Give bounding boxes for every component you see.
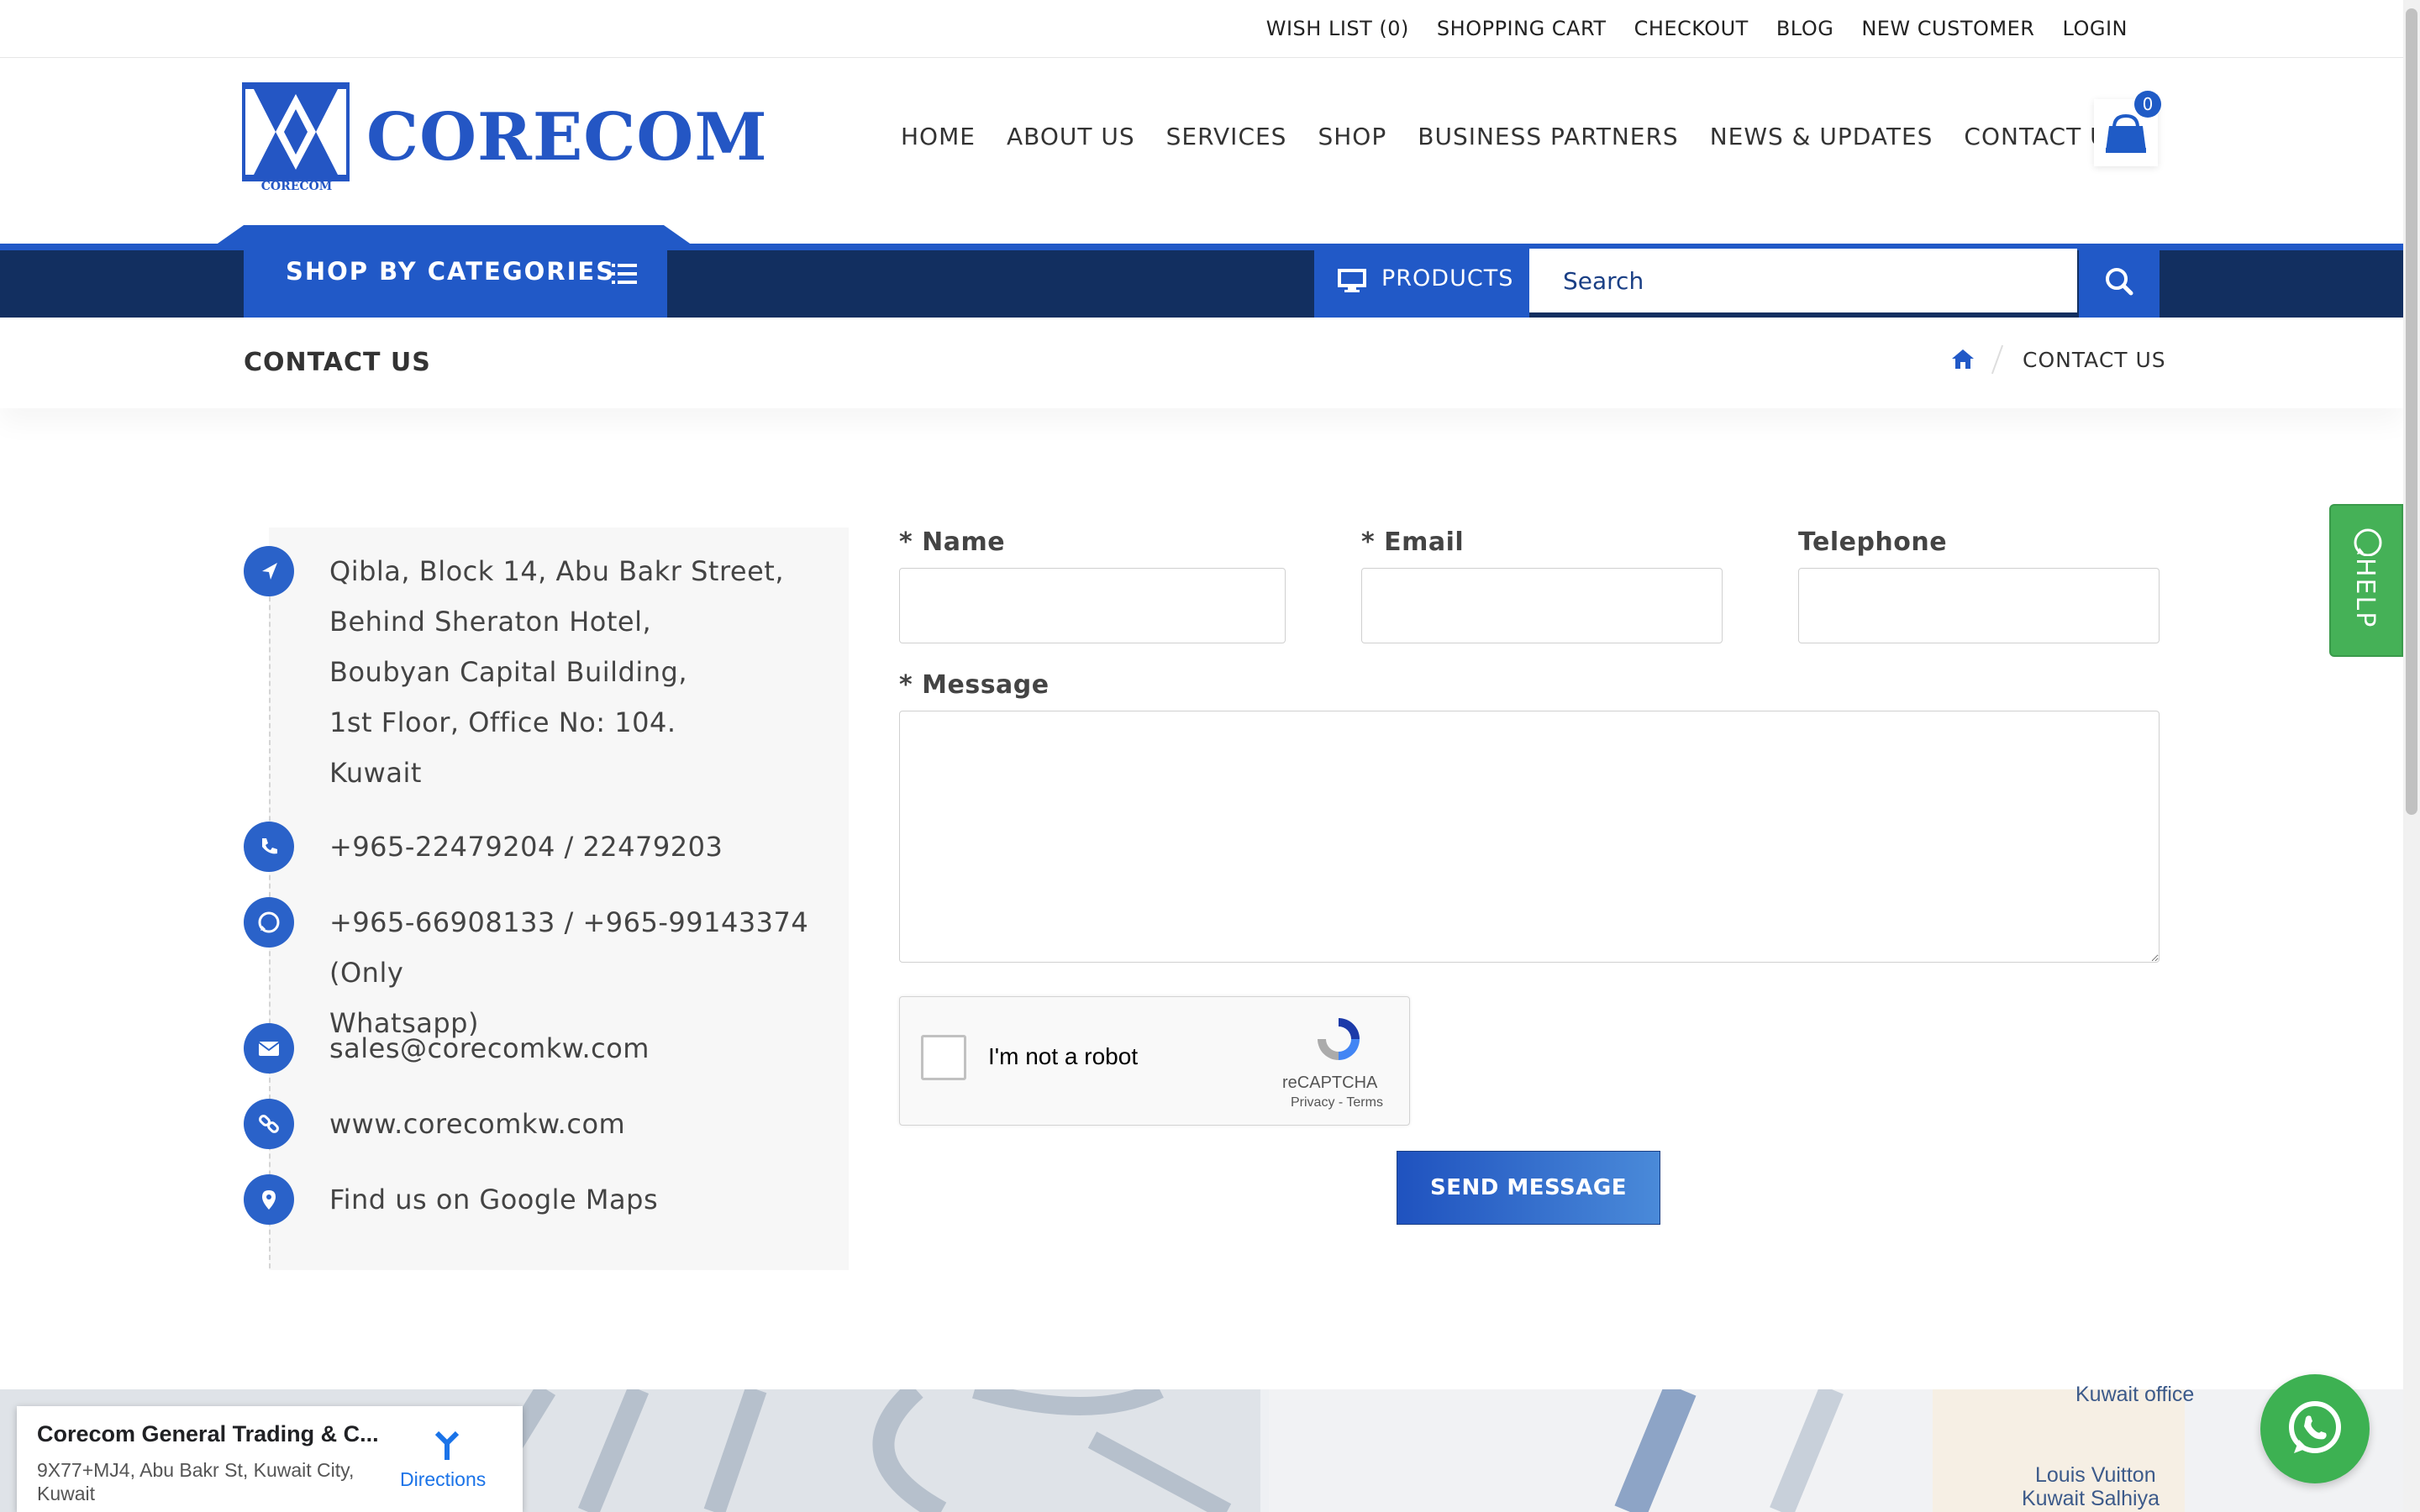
website-link[interactable]: www.corecomkw.com xyxy=(329,1099,850,1149)
whatsapp-icon xyxy=(244,897,294,948)
address-line: Qibla, Block 14, Abu Bakr Street, xyxy=(329,555,784,587)
shop-by-categories-label: SHOP BY CATEGORIES xyxy=(286,257,616,286)
send-message-button[interactable]: SEND MESSAGE xyxy=(1397,1151,1660,1225)
recaptcha-logo-icon xyxy=(1318,1018,1360,1060)
nav-shop[interactable]: SHOP xyxy=(1318,123,1386,150)
map-label: Kuwait Salhiya xyxy=(2022,1487,2160,1510)
blog-link[interactable]: BLOG xyxy=(1776,17,1833,40)
breadcrumb-current: CONTACT US xyxy=(2023,348,2166,372)
logo-wordmark: CORECOM xyxy=(366,99,768,176)
envelope-icon xyxy=(244,1023,294,1074)
address-line: 1st Floor, Office No: 104. xyxy=(329,706,676,738)
phone-icon xyxy=(244,822,294,872)
search-input[interactable] xyxy=(1529,249,2077,312)
recaptcha-terms-link[interactable]: Privacy - Terms xyxy=(1291,1095,1383,1110)
search-button[interactable] xyxy=(2079,244,2160,318)
top-utility-bar: WISH LIST (0) SHOPPING CART CHECKOUT BLO… xyxy=(0,0,2403,58)
logo-mark-icon: CORECOM xyxy=(242,82,350,193)
whatsapp-line: +965-66908133 / +965-99143374 (Only xyxy=(329,906,809,989)
map-place-title[interactable]: Corecom General Trading & C... xyxy=(37,1421,379,1447)
recaptcha-label: I'm not a robot xyxy=(988,1043,1139,1069)
utility-links: WISH LIST (0) SHOPPING CART CHECKOUT BLO… xyxy=(1266,17,2128,40)
whatsapp-chat-button[interactable] xyxy=(2260,1374,2370,1483)
monitor-icon xyxy=(1338,269,1366,292)
page-title: CONTACT US xyxy=(244,348,431,377)
nav-business-partners[interactable]: BUSINESS PARTNERS xyxy=(1418,123,1678,150)
name-field[interactable] xyxy=(899,568,1286,643)
recaptcha-checkbox[interactable] xyxy=(921,1035,966,1080)
home-icon[interactable] xyxy=(1951,348,1975,370)
google-maps-link[interactable]: Find us on Google Maps xyxy=(329,1174,850,1225)
address-line: Kuwait xyxy=(329,757,422,789)
help-label: HELP xyxy=(2350,558,2380,629)
whatsapp-icon xyxy=(2354,528,2382,557)
menu-icon[interactable] xyxy=(612,264,637,284)
address: Qibla, Block 14, Abu Bakr Street, Behind… xyxy=(329,546,850,798)
message-label: * Message xyxy=(899,670,1050,700)
whatsapp-icon xyxy=(2289,1401,2341,1453)
nav-home[interactable]: HOME xyxy=(901,123,976,150)
email-label: * Email xyxy=(1361,528,1465,557)
directions-icon[interactable] xyxy=(430,1426,464,1463)
address-line: Behind Sheraton Hotel, xyxy=(329,606,652,638)
nav-about-us[interactable]: ABOUT US xyxy=(1007,123,1135,150)
directions-link[interactable]: Directions xyxy=(400,1468,486,1491)
telephone-label: Telephone xyxy=(1798,528,1948,557)
email-link[interactable]: sales@corecomkw.com xyxy=(329,1023,850,1074)
phone-number[interactable]: +965-22479204 / 22479203 xyxy=(329,822,850,872)
map-pin-icon xyxy=(244,1174,294,1225)
main-navigation: HOME ABOUT US SERVICES SHOP BUSINESS PAR… xyxy=(901,123,2123,150)
message-field[interactable] xyxy=(899,711,2160,963)
telephone-field[interactable] xyxy=(1798,568,2160,643)
link-icon xyxy=(244,1099,294,1149)
map-label: Louis Vuitton xyxy=(2035,1463,2156,1487)
logo-subtext: CORECOM xyxy=(260,180,333,193)
location-arrow-icon xyxy=(244,546,294,596)
email-field[interactable] xyxy=(1361,568,1723,643)
nav-news-updates[interactable]: NEWS & UPDATES xyxy=(1710,123,1933,150)
scrollbar-thumb[interactable] xyxy=(2406,8,2417,815)
nav-services[interactable]: SERVICES xyxy=(1166,123,1287,150)
recaptcha-brand: reCAPTCHA xyxy=(1282,1074,1378,1092)
products-label: PRODUCTS xyxy=(1381,265,1514,291)
shopping-cart-link[interactable]: SHOPPING CART xyxy=(1437,17,1607,40)
address-line: Boubyan Capital Building, xyxy=(329,656,687,688)
cart-count-badge: 0 xyxy=(2134,91,2161,118)
search-icon xyxy=(2106,268,2133,296)
map-label: Kuwait office xyxy=(2075,1383,2195,1406)
new-customer-link[interactable]: NEW CUSTOMER xyxy=(1861,17,2034,40)
map-place-address: 9X77+MJ4, Abu Bakr St, Kuwait City, Kuwa… xyxy=(37,1459,355,1504)
brand-logo[interactable]: CORECOM CORECOM xyxy=(242,82,768,193)
checkout-link[interactable]: CHECKOUT xyxy=(1634,17,1749,40)
name-label: * Name xyxy=(899,528,1006,557)
wishlist-link[interactable]: WISH LIST (0) xyxy=(1266,17,1409,40)
login-link[interactable]: LOGIN xyxy=(2062,17,2128,40)
